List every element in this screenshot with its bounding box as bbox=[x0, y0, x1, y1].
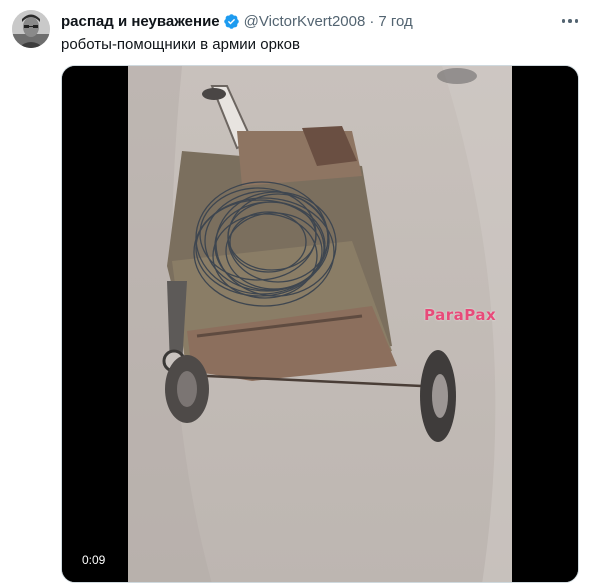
display-name[interactable]: распад и неуважение bbox=[61, 13, 220, 30]
user-handle[interactable]: @VictorKvert2008 bbox=[244, 13, 366, 30]
video-watermark: ParaPax bbox=[424, 306, 497, 324]
tweet-text: роботы-помощники в армии орков bbox=[61, 36, 300, 53]
separator-dot: · bbox=[369, 12, 375, 30]
avatar-image bbox=[12, 10, 50, 48]
video-player[interactable]: ParaPax 0:09 bbox=[61, 65, 579, 583]
video-duration-badge: 0:09 bbox=[76, 550, 112, 570]
timestamp[interactable]: 7 год bbox=[378, 13, 412, 30]
tweet: распад и неуважение @VictorKvert2008 · 7… bbox=[0, 0, 605, 588]
tweet-header: распад и неуважение @VictorKvert2008 · 7… bbox=[61, 11, 413, 31]
video-frame bbox=[62, 66, 578, 582]
more-options-icon[interactable] bbox=[557, 10, 583, 32]
verified-badge-icon bbox=[223, 13, 240, 30]
avatar[interactable] bbox=[12, 10, 50, 48]
